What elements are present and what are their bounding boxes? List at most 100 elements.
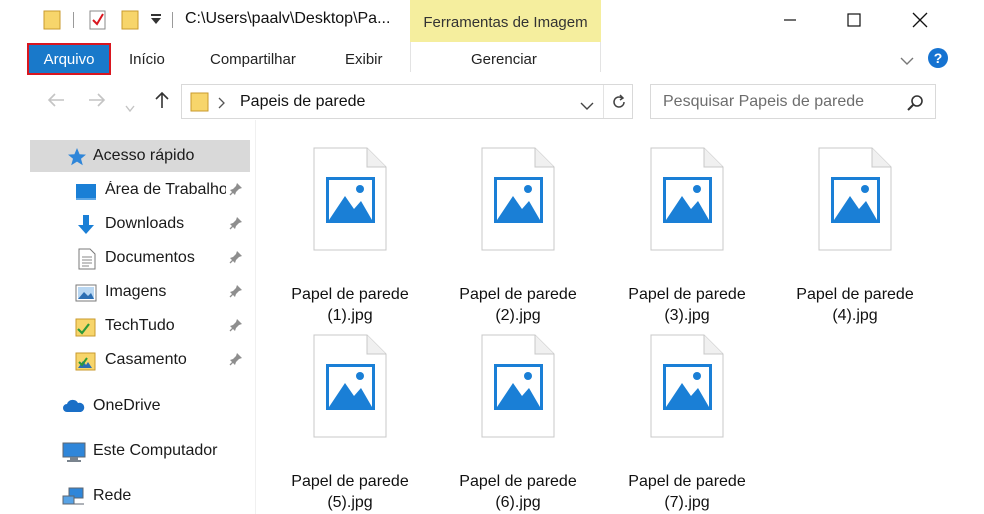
tab-arquivo[interactable]: Arquivo [27,43,111,75]
file-explorer-window: C:\Users\paalv\Desktop\Pa... Ferramentas… [0,0,984,514]
context-tab-label: Ferramentas de Imagem [423,14,588,31]
properties-icon[interactable] [88,9,108,36]
file-item[interactable]: Papel de parede (1).jpg [275,147,425,327]
file-name: Papel de parede (1).jpg [275,284,425,326]
folder-image-icon [75,350,97,372]
download-icon [75,214,97,236]
nav-label: TechTudo [105,317,175,334]
nav-quick-access[interactable]: Acesso rápido [30,140,250,172]
refresh-icon[interactable] [610,93,628,116]
back-button[interactable] [47,92,65,113]
up-button[interactable] [154,91,170,114]
file-name-line2: (1).jpg [327,307,373,324]
nav-item-this-pc[interactable]: Este Computador [0,435,250,467]
folder-icon[interactable] [43,9,63,36]
file-name-line1: Papel de parede [628,286,746,303]
nav-item-network[interactable]: Rede [0,480,250,512]
file-name-line2: (7).jpg [664,494,710,511]
folder-check-icon [75,316,97,338]
search-placeholder: Pesquisar Papeis de parede [663,93,865,110]
file-name: Papel de parede (3).jpg [612,284,762,326]
star-icon [66,146,88,168]
nav-item-desktop[interactable]: Área de Trabalho [0,174,250,206]
file-name: Papel de parede (2).jpg [443,284,593,326]
minimize-icon [784,19,796,21]
computer-icon [62,441,86,463]
svg-text:?: ? [934,50,943,66]
new-folder-icon[interactable] [121,9,141,36]
tab-arquivo-label: Arquivo [43,51,95,68]
network-icon [62,486,84,508]
file-name-line2: (3).jpg [664,307,710,324]
desktop-icon [75,180,97,202]
nav-item-documents[interactable]: Documentos [0,242,250,274]
separator [73,12,74,28]
file-name-line2: (5).jpg [327,494,373,511]
file-item[interactable]: Papel de parede (6).jpg [443,334,593,514]
tab-inicio[interactable]: Início [129,51,165,68]
file-name-line1: Papel de parede [459,286,577,303]
file-name-line1: Papel de parede [796,286,914,303]
chevron-down-icon [125,105,135,113]
file-name-line1: Papel de parede [291,473,409,490]
separator [172,12,173,28]
tab-gerenciar[interactable]: Gerenciar [471,51,537,68]
forward-button[interactable] [88,92,106,113]
title-bar: C:\Users\paalv\Desktop\Pa... Ferramentas… [0,0,984,42]
nav-label: OneDrive [93,397,161,414]
file-item[interactable]: Papel de parede (2).jpg [443,147,593,327]
close-button[interactable] [897,0,943,40]
nav-item-casamento[interactable]: Casamento [0,344,250,376]
file-name-line2: (6).jpg [495,494,541,511]
file-item[interactable]: Papel de parede (5).jpg [275,334,425,514]
help-icon[interactable]: ? [927,47,949,74]
address-row: Papeis de parede Pesquisar Papeis de par… [0,84,984,120]
file-item[interactable]: Papel de parede (3).jpg [612,147,762,327]
maximize-button[interactable] [831,0,877,40]
maximize-icon [847,13,861,27]
pane-divider [255,120,256,514]
cloud-icon [62,396,85,418]
minimize-button[interactable] [767,0,813,40]
file-name: Papel de parede (6).jpg [443,471,593,513]
nav-item-downloads[interactable]: Downloads [0,208,250,240]
divider [410,42,411,72]
file-name-line1: Papel de parede [628,473,746,490]
breadcrumb[interactable]: Papeis de parede [240,93,365,111]
address-dropdown-icon[interactable] [580,98,594,116]
file-name-line2: (4).jpg [832,307,878,324]
tab-compartilhar[interactable]: Compartilhar [210,51,296,68]
pin-icon [229,352,243,371]
nav-item-pictures[interactable]: Imagens [0,276,250,308]
divider [603,85,604,118]
customize-toolbar-icon[interactable] [150,12,162,31]
file-item[interactable]: Papel de parede (4).jpg [780,147,930,327]
ribbon-tabs: Início Compartilhar Exibir Gerenciar ? [0,42,984,78]
nav-item-techtudo[interactable]: TechTudo [0,310,250,342]
file-name-line2: (2).jpg [495,307,541,324]
divider [600,42,601,72]
breadcrumb-chevron-icon[interactable] [218,96,226,114]
file-name: Papel de parede (7).jpg [612,471,762,513]
pin-icon [229,284,243,303]
expand-ribbon-icon[interactable] [900,53,914,71]
search-input[interactable]: Pesquisar Papeis de parede [650,84,936,119]
nav-label: Área de Trabalho [105,181,226,198]
nav-item-onedrive[interactable]: OneDrive [0,390,250,422]
window-title: C:\Users\paalv\Desktop\Pa... [185,10,391,27]
pin-icon [229,250,243,269]
nav-label: Documentos [105,249,195,266]
close-icon [912,12,928,28]
pin-icon [229,318,243,337]
search-icon[interactable] [907,94,925,117]
file-name-line1: Papel de parede [291,286,409,303]
address-bar[interactable]: Papeis de parede [181,84,633,119]
pin-icon [229,216,243,235]
nav-label: Rede [93,487,132,504]
tab-exibir[interactable]: Exibir [345,51,383,68]
pin-icon [229,182,243,201]
file-item[interactable]: Papel de parede (7).jpg [612,334,762,514]
recent-locations-button[interactable] [125,97,135,118]
context-tab-header: Ferramentas de Imagem [410,0,601,42]
pictures-icon [75,282,97,304]
